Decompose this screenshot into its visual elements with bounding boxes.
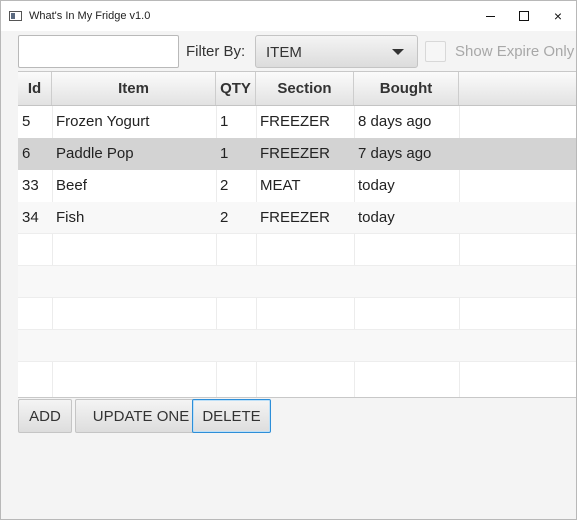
column-header-qty[interactable]: QTY <box>216 72 256 105</box>
cell-section: FREEZER <box>260 145 331 162</box>
cell-bought: today <box>358 209 395 226</box>
update-one-button[interactable]: UPDATE ONE <box>75 399 207 433</box>
table-row[interactable]: 5 Frozen Yogurt 1 FREEZER 8 days ago <box>18 106 576 138</box>
close-button[interactable]: × <box>541 1 575 31</box>
window-title: What's In My Fridge v1.0 <box>29 10 151 22</box>
table-row-selected[interactable]: 6 Paddle Pop 1 FREEZER 7 days ago <box>18 138 576 170</box>
column-header-section[interactable]: Section <box>256 72 354 105</box>
delete-button[interactable]: DELETE <box>192 399 271 433</box>
cell-item: Beef <box>56 177 87 194</box>
app-window: What's In My Fridge v1.0 × Filter By: IT… <box>0 0 577 520</box>
cell-id: 34 <box>22 209 39 226</box>
cell-item: Paddle Pop <box>56 145 134 162</box>
close-icon: × <box>553 8 563 24</box>
minimize-icon <box>485 15 495 17</box>
cell-bought: 7 days ago <box>358 145 432 162</box>
cell-qty: 1 <box>220 145 229 162</box>
row-divider <box>18 361 576 362</box>
empty-row <box>18 298 576 330</box>
cell-id: 33 <box>22 177 39 194</box>
table-header: Id Item QTY Section Bought <box>18 72 576 106</box>
column-header-bought[interactable]: Bought <box>354 72 459 105</box>
empty-row <box>18 330 576 362</box>
app-window-icon <box>9 11 22 21</box>
fridge-items-table: Id Item QTY Section Bought 5 Frozen Yogu… <box>18 71 576 398</box>
search-input[interactable] <box>18 35 179 68</box>
column-header-item[interactable]: Item <box>52 72 216 105</box>
column-header-id[interactable]: Id <box>18 72 52 105</box>
cell-qty: 2 <box>220 177 229 194</box>
add-button[interactable]: ADD <box>18 399 72 433</box>
row-divider <box>18 297 576 298</box>
filter-selected-value: ITEM <box>266 44 302 61</box>
cell-qty: 2 <box>220 209 229 226</box>
show-expire-only-label: Show Expire Only <box>455 43 575 60</box>
cell-section: FREEZER <box>260 209 331 226</box>
cell-id: 6 <box>22 145 31 162</box>
table-row[interactable]: 33 Beef 2 MEAT today <box>18 170 576 202</box>
row-divider <box>18 265 576 266</box>
show-expire-only-checkbox[interactable] <box>425 41 446 62</box>
row-divider <box>18 233 576 234</box>
minimize-button[interactable] <box>473 1 507 31</box>
table-row[interactable]: 34 Fish 2 FREEZER today <box>18 202 576 234</box>
cell-qty: 1 <box>220 113 229 130</box>
cell-section: MEAT <box>260 177 301 194</box>
maximize-icon <box>519 11 529 21</box>
cell-bought: today <box>358 177 395 194</box>
cell-item: Frozen Yogurt <box>56 113 150 130</box>
row-divider <box>18 329 576 330</box>
cell-bought: 8 days ago <box>358 113 432 130</box>
title-bar[interactable]: What's In My Fridge v1.0 × <box>1 1 576 31</box>
empty-row <box>18 266 576 298</box>
cell-section: FREEZER <box>260 113 331 130</box>
chevron-down-icon <box>392 49 404 55</box>
filter-by-select[interactable]: ITEM <box>255 35 418 68</box>
cell-item: Fish <box>56 209 85 226</box>
maximize-button[interactable] <box>507 1 541 31</box>
filter-by-label: Filter By: <box>186 43 246 60</box>
empty-row <box>18 362 576 394</box>
filter-toolbar: Filter By: ITEM Show Expire Only <box>1 31 576 69</box>
empty-row <box>18 234 576 266</box>
cell-id: 5 <box>22 113 31 130</box>
